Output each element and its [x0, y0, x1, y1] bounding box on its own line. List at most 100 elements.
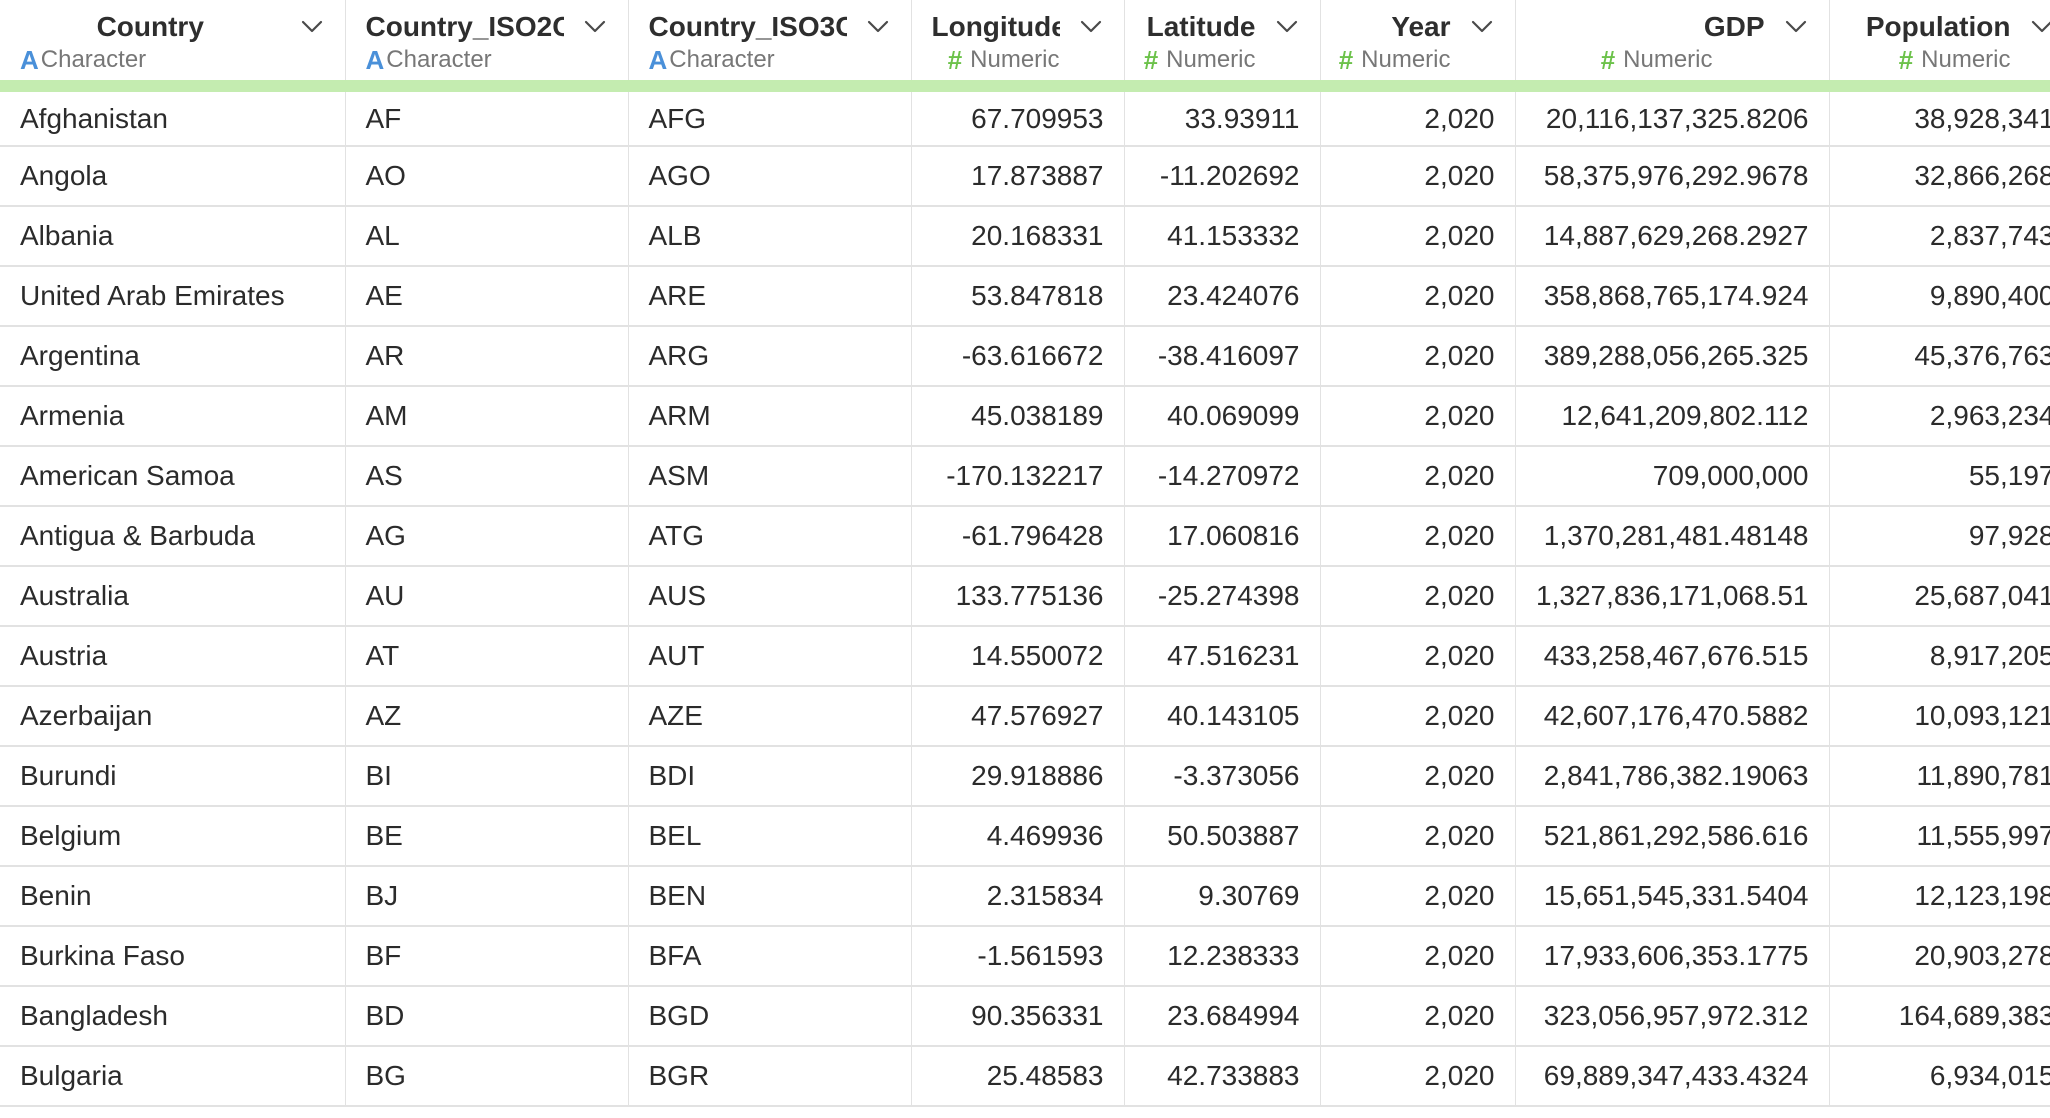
cell-year[interactable]: 2,020 [1320, 866, 1516, 927]
cell-latitude[interactable]: 33.93911 [1124, 86, 1321, 147]
cell-population[interactable]: 11,555,997 [1829, 806, 2050, 867]
cell-gdp[interactable]: 58,375,976,292.9678 [1515, 146, 1830, 207]
cell-longitude[interactable]: -63.616672 [911, 326, 1125, 387]
cell-year[interactable]: 2,020 [1320, 326, 1516, 387]
cell-country-iso2c[interactable]: AZ [345, 686, 629, 747]
column-name[interactable]: Latitude [1145, 11, 1256, 43]
cell-country-iso3c[interactable]: ALB [628, 206, 912, 267]
cell-country-iso2c[interactable]: AE [345, 266, 629, 327]
cell-longitude[interactable]: 2.315834 [911, 866, 1125, 927]
cell-country-iso3c[interactable]: AGO [628, 146, 912, 207]
cell-population[interactable]: 55,197 [1829, 446, 2050, 507]
cell-year[interactable]: 2,020 [1320, 926, 1516, 987]
cell-year[interactable]: 2,020 [1320, 626, 1516, 687]
cell-population[interactable]: 6,934,015 [1829, 1046, 2050, 1107]
column-header-country[interactable]: Country A Character [0, 0, 346, 92]
cell-year[interactable]: 2,020 [1320, 86, 1516, 147]
cell-gdp[interactable]: 1,370,281,481.48148 [1515, 506, 1830, 567]
column-header-longitude[interactable]: Longitude # Numeric [911, 0, 1125, 92]
table-row[interactable]: American Samoa AS ASM -170.132217 -14.270972… [0, 446, 2050, 507]
table-row[interactable]: Bangladesh BD BGD 90.356331 23.684994 2,020 32… [0, 986, 2050, 1047]
cell-country[interactable]: Azerbaijan [0, 686, 346, 747]
table-row[interactable]: Afghanistan AF AFG 67.709953 33.93911 2,020 20… [0, 86, 2050, 147]
cell-population[interactable]: 20,903,278 [1829, 926, 2050, 987]
cell-country-iso3c[interactable]: BGR [628, 1046, 912, 1107]
cell-country[interactable]: Belgium [0, 806, 346, 867]
table-row[interactable]: Australia AU AUS 133.775136 -25.274398 2,020 1… [0, 566, 2050, 627]
cell-year[interactable]: 2,020 [1320, 686, 1516, 747]
cell-gdp[interactable]: 389,288,056,265.325 [1515, 326, 1830, 387]
column-name[interactable]: Year [1341, 11, 1450, 43]
cell-population[interactable]: 2,963,234 [1829, 386, 2050, 447]
cell-longitude[interactable]: 53.847818 [911, 266, 1125, 327]
cell-country[interactable]: Antigua & Barbuda [0, 506, 346, 567]
cell-country[interactable]: Angola [0, 146, 346, 207]
cell-country-iso3c[interactable]: AUT [628, 626, 912, 687]
column-header-country-iso2c[interactable]: Country_ISO2C A Character [345, 0, 629, 92]
cell-latitude[interactable]: -3.373056 [1124, 746, 1321, 807]
column-header-population[interactable]: Population # Numeric [1829, 0, 2050, 92]
cell-latitude[interactable]: 12.238333 [1124, 926, 1321, 987]
cell-population[interactable]: 32,866,268 [1829, 146, 2050, 207]
cell-latitude[interactable]: 40.143105 [1124, 686, 1321, 747]
cell-longitude[interactable]: 14.550072 [911, 626, 1125, 687]
cell-country-iso2c[interactable]: BJ [345, 866, 629, 927]
cell-latitude[interactable]: -11.202692 [1124, 146, 1321, 207]
cell-longitude[interactable]: 20.168331 [911, 206, 1125, 267]
column-name[interactable]: Country_ISO2C [366, 11, 564, 43]
cell-latitude[interactable]: 47.516231 [1124, 626, 1321, 687]
cell-population[interactable]: 45,376,763 [1829, 326, 2050, 387]
cell-longitude[interactable]: -1.561593 [911, 926, 1125, 987]
chevron-down-icon[interactable] [1274, 14, 1300, 40]
table-row[interactable]: Austria AT AUT 14.550072 47.516231 2,020 433,2… [0, 626, 2050, 687]
cell-country-iso3c[interactable]: AUS [628, 566, 912, 627]
cell-country-iso2c[interactable]: AT [345, 626, 629, 687]
cell-country-iso2c[interactable]: AS [345, 446, 629, 507]
cell-country[interactable]: Afghanistan [0, 86, 346, 147]
cell-longitude[interactable]: 4.469936 [911, 806, 1125, 867]
cell-country[interactable]: Bangladesh [0, 986, 346, 1047]
cell-longitude[interactable]: -61.796428 [911, 506, 1125, 567]
cell-longitude[interactable]: 67.709953 [911, 86, 1125, 147]
cell-country-iso3c[interactable]: BDI [628, 746, 912, 807]
chevron-down-icon[interactable] [1469, 14, 1495, 40]
chevron-down-icon[interactable] [582, 14, 608, 40]
cell-population[interactable]: 12,123,198 [1829, 866, 2050, 927]
cell-country-iso3c[interactable]: BEN [628, 866, 912, 927]
cell-country-iso3c[interactable]: ARM [628, 386, 912, 447]
cell-latitude[interactable]: -25.274398 [1124, 566, 1321, 627]
cell-gdp[interactable]: 42,607,176,470.5882 [1515, 686, 1830, 747]
cell-country[interactable]: United Arab Emirates [0, 266, 346, 327]
cell-country[interactable]: Benin [0, 866, 346, 927]
cell-latitude[interactable]: 9.30769 [1124, 866, 1321, 927]
cell-country-iso2c[interactable]: BF [345, 926, 629, 987]
cell-latitude[interactable]: 40.069099 [1124, 386, 1321, 447]
table-row[interactable]: Antigua & Barbuda AG ATG -61.796428 17.06081… [0, 506, 2050, 567]
cell-population[interactable]: 9,890,400 [1829, 266, 2050, 327]
column-name[interactable]: Country [20, 11, 281, 43]
cell-latitude[interactable]: -38.416097 [1124, 326, 1321, 387]
cell-gdp[interactable]: 323,056,957,972.312 [1515, 986, 1830, 1047]
chevron-down-icon[interactable] [1783, 14, 1809, 40]
table-row[interactable]: Armenia AM ARM 45.038189 40.069099 2,020 12,64… [0, 386, 2050, 447]
cell-country[interactable]: American Samoa [0, 446, 346, 507]
cell-country-iso3c[interactable]: ARG [628, 326, 912, 387]
column-name[interactable]: Population [1850, 11, 2011, 43]
cell-gdp[interactable]: 521,861,292,586.616 [1515, 806, 1830, 867]
cell-longitude[interactable]: -170.132217 [911, 446, 1125, 507]
cell-country-iso3c[interactable]: ARE [628, 266, 912, 327]
cell-gdp[interactable]: 1,327,836,171,068.51 [1515, 566, 1830, 627]
cell-country[interactable]: Argentina [0, 326, 346, 387]
cell-year[interactable]: 2,020 [1320, 266, 1516, 327]
table-row[interactable]: Burundi BI BDI 29.918886 -3.373056 2,020 2,841… [0, 746, 2050, 807]
cell-latitude[interactable]: 50.503887 [1124, 806, 1321, 867]
cell-year[interactable]: 2,020 [1320, 146, 1516, 207]
cell-longitude[interactable]: 25.48583 [911, 1046, 1125, 1107]
cell-population[interactable]: 2,837,743 [1829, 206, 2050, 267]
table-row[interactable]: Argentina AR ARG -63.616672 -38.416097 2,020 3… [0, 326, 2050, 387]
table-row[interactable]: Burkina Faso BF BFA -1.561593 12.238333 2,020… [0, 926, 2050, 987]
chevron-down-icon[interactable] [1078, 14, 1104, 40]
cell-country[interactable]: Austria [0, 626, 346, 687]
cell-country-iso2c[interactable]: AM [345, 386, 629, 447]
cell-population[interactable]: 8,917,205 [1829, 626, 2050, 687]
